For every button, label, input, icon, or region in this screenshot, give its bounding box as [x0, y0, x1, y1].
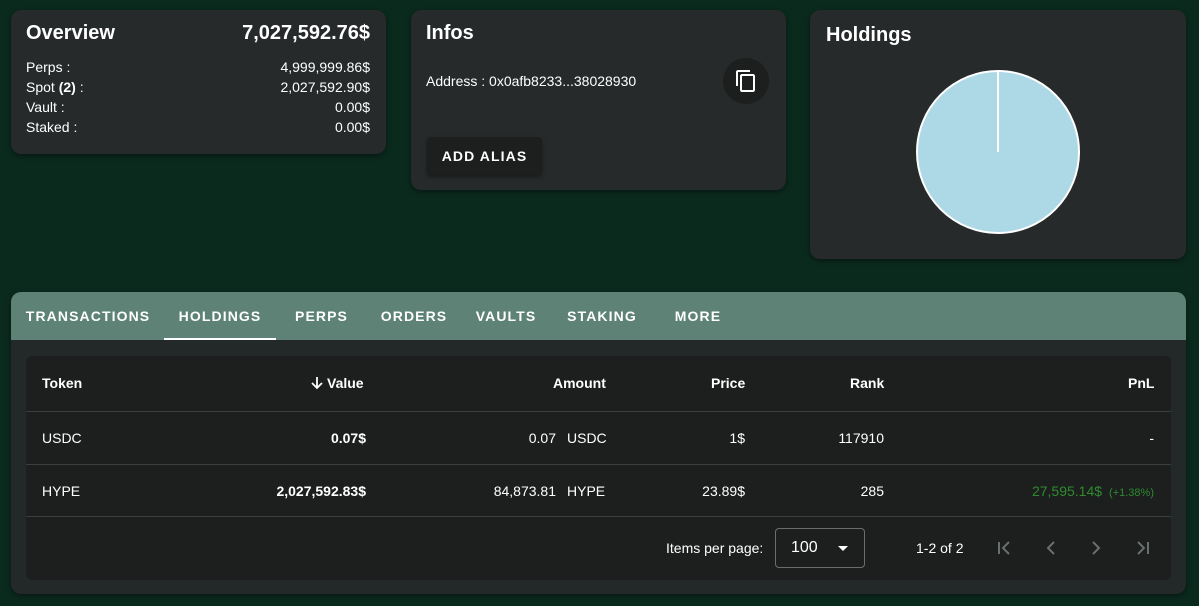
divider — [26, 516, 1171, 517]
cell-amount: 0.07 — [528, 430, 556, 446]
overview-row-vault: Vault : 0.00$ — [26, 99, 370, 119]
overview-label: Spot (2) : — [26, 79, 84, 95]
cell-price: 1$ — [729, 430, 745, 446]
pnl-value: 27,595.14$ — [1031, 483, 1103, 499]
tab-perps[interactable]: PERPS — [294, 292, 349, 340]
arrow-down-icon — [311, 377, 323, 390]
cell-amount-token: HYPE — [567, 483, 606, 499]
header-token[interactable]: Token — [42, 375, 82, 391]
overview-label: Perps : — [26, 59, 71, 75]
items-per-page-label: Items per page: — [666, 540, 764, 556]
overview-title: Overview — [26, 22, 115, 44]
pnl-percent: (+1.38%) — [1109, 487, 1154, 499]
chevron-right-icon — [1092, 541, 1101, 555]
items-per-page-value: 100 — [791, 539, 818, 556]
next-page-button[interactable] — [1084, 536, 1108, 560]
overview-row-staked: Staked : 0.00$ — [26, 119, 370, 139]
infos-card: Infos Address : 0x0afb8233...38028930 AD… — [411, 10, 786, 190]
overview-row-perps: Perps : 4,999,999.86$ — [26, 59, 370, 79]
cell-value: 0.07$ — [330, 430, 366, 446]
cell-rank: 285 — [860, 483, 884, 499]
tab-staking[interactable]: STAKING — [566, 292, 638, 340]
holdings-chart-card: Holdings — [810, 10, 1186, 259]
first-page-icon — [998, 541, 1010, 555]
details-panel: TRANSACTIONS HOLDINGS PERPS ORDERS VAULT… — [11, 292, 1186, 594]
cell-pnl: - — [1149, 430, 1154, 446]
tab-more[interactable]: MORE — [674, 292, 722, 340]
infos-title: Infos — [426, 22, 474, 44]
holdings-pie-chart — [916, 70, 1080, 234]
cell-price: 23.89$ — [702, 483, 745, 499]
overview-total: 7,027,592.76$ — [242, 22, 370, 44]
tab-transactions[interactable]: TRANSACTIONS — [26, 292, 149, 340]
cell-amount: 84,873.81 — [493, 483, 556, 499]
tab-bar: TRANSACTIONS HOLDINGS PERPS ORDERS VAULT… — [11, 292, 1186, 340]
overview-value: 2,027,592.90$ — [280, 79, 370, 95]
tab-vaults[interactable]: VAULTS — [475, 292, 537, 340]
overview-value: 4,999,999.86$ — [280, 59, 370, 75]
overview-label: Vault : — [26, 99, 65, 115]
divider — [26, 411, 1171, 412]
overview-card: Overview 7,027,592.76$ Perps : 4,999,999… — [11, 10, 386, 154]
header-price[interactable]: Price — [711, 375, 745, 391]
cell-value: 2,027,592.83$ — [276, 483, 366, 499]
holdings-title: Holdings — [826, 24, 912, 46]
add-alias-button[interactable]: ADD ALIAS — [427, 137, 542, 175]
header-amount[interactable]: Amount — [553, 375, 606, 391]
header-rank[interactable]: Rank — [850, 375, 884, 391]
caret-down-icon — [838, 546, 848, 551]
tab-orders[interactable]: ORDERS — [381, 292, 447, 340]
cell-amount-token: USDC — [567, 430, 607, 446]
overview-row-spot: Spot (2) : 2,027,592.90$ — [26, 79, 370, 99]
pagination-range: 1-2 of 2 — [916, 540, 964, 556]
cell-token: USDC — [42, 430, 82, 446]
cell-token: HYPE — [42, 483, 81, 499]
address-text: Address : 0x0afb8233...38028930 — [426, 73, 637, 89]
overview-value: 0.00$ — [334, 119, 370, 135]
divider — [26, 464, 1171, 465]
chevron-left-icon — [1046, 541, 1055, 555]
cell-pnl: 27,595.14$ (+1.38%) — [1032, 483, 1154, 499]
last-page-button[interactable] — [1130, 536, 1154, 560]
last-page-icon — [1137, 541, 1149, 555]
copy-address-button[interactable] — [723, 58, 769, 104]
overview-value: 0.00$ — [334, 99, 370, 115]
holdings-table: Token Value Amount Price Rank PnL USDC 0… — [26, 356, 1171, 580]
items-per-page-select[interactable]: 100 — [775, 528, 865, 568]
header-pnl[interactable]: PnL — [1128, 375, 1154, 391]
cell-rank: 117910 — [838, 430, 884, 446]
copy-icon — [736, 70, 755, 92]
overview-label: Staked : — [26, 119, 78, 135]
first-page-button[interactable] — [993, 536, 1017, 560]
previous-page-button[interactable] — [1039, 536, 1063, 560]
tab-holdings[interactable]: HOLDINGS — [164, 292, 276, 340]
header-value[interactable]: Value — [310, 375, 364, 391]
